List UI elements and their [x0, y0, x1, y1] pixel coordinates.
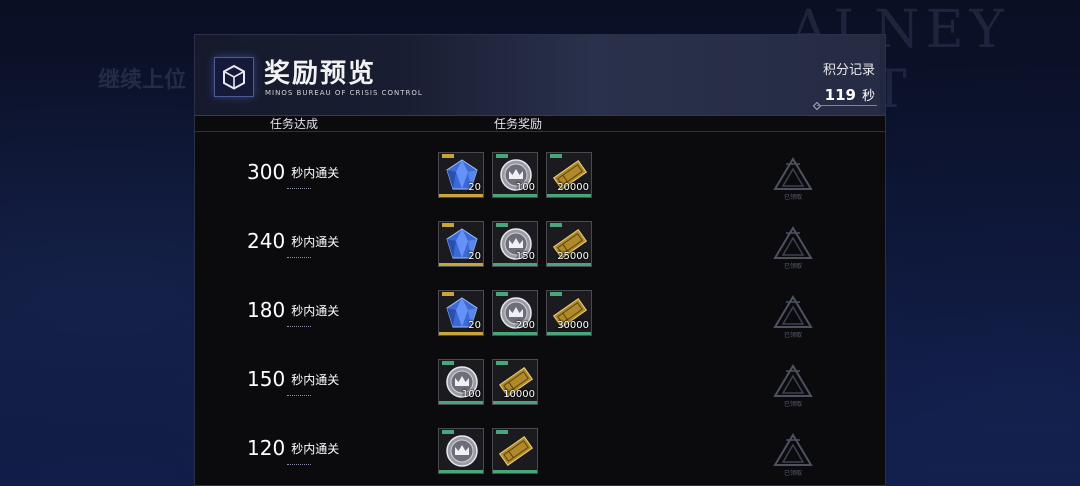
- reward-preview-panel: 奖励预览 MINOS BUREAU OF CRISIS CONTROL 积分记录…: [194, 34, 886, 486]
- dotted-underline: [287, 326, 311, 327]
- crystal-reward-item[interactable]: 20: [438, 290, 484, 336]
- column-header-reward: 任务奖励: [494, 117, 543, 131]
- claimed-status-text: 已领取: [783, 194, 802, 201]
- reward-row: 120 秒内通关已领取: [195, 428, 885, 485]
- ticket-reward-item[interactable]: 25000: [546, 221, 592, 267]
- reward-row: 240 秒内通关 20 150 25000 已领取: [195, 221, 885, 283]
- rarity-bar: [439, 263, 483, 266]
- clear-time-value: 120: [247, 436, 286, 460]
- clear-time-suffix: 秒内通关: [291, 166, 340, 180]
- rarity-bar: [493, 263, 537, 266]
- dotted-underline: [287, 257, 311, 258]
- rarity-bar: [547, 194, 591, 197]
- rarity-bar: [547, 332, 591, 335]
- ticket-reward-item[interactable]: 10000: [492, 359, 538, 405]
- reward-quantity: 25000: [557, 251, 589, 262]
- claimed-badge-icon: 已领取: [772, 225, 814, 270]
- rarity-bar: [439, 332, 483, 335]
- reward-row: 180 秒内通关 20 200 30000 已领取: [195, 290, 885, 352]
- claimed-status-text: 已领取: [783, 401, 802, 408]
- reward-quantity: 20: [468, 251, 481, 262]
- reward-row: 300 秒内通关 20 100 20000 已领取: [195, 152, 885, 214]
- reward-quantity: 30000: [557, 320, 589, 331]
- ticket-reward-item[interactable]: [492, 428, 538, 474]
- claimed-status-text: 已领取: [783, 470, 802, 477]
- rarity-bar: [493, 470, 537, 473]
- clear-time-value: 240: [247, 229, 286, 253]
- coin-reward-item[interactable]: 150: [492, 221, 538, 267]
- clear-time-suffix: 秒内通关: [291, 304, 340, 318]
- clear-time-suffix: 秒内通关: [291, 373, 340, 387]
- clear-time-value: 300: [247, 160, 286, 184]
- claimed-badge-icon: 已领取: [772, 363, 814, 408]
- score-record-label: 积分记录: [822, 63, 875, 78]
- reward-quantity: 20: [468, 320, 481, 331]
- dotted-underline: [287, 395, 311, 396]
- claimed-status-text: 已领取: [783, 332, 802, 339]
- reward-quantity: 20000: [557, 182, 589, 193]
- panel-header: 奖励预览 MINOS BUREAU OF CRISIS CONTROL 积分记录…: [195, 35, 885, 115]
- header-decoration: [400, 35, 880, 115]
- ticket-icon: [498, 434, 534, 468]
- column-divider: [195, 131, 885, 132]
- coin-reward-item[interactable]: 100: [438, 359, 484, 405]
- panel-subtitle: MINOS BUREAU OF CRISIS CONTROL: [265, 89, 423, 97]
- clear-time-suffix: 秒内通关: [291, 235, 340, 249]
- reward-quantity: 100: [461, 389, 481, 400]
- panel-title: 奖励预览: [264, 59, 377, 89]
- clear-time-value: 180: [247, 298, 286, 322]
- reward-quantity: 150: [515, 251, 535, 262]
- column-header-condition: 任务达成: [270, 117, 319, 131]
- background-text: 继续上位: [98, 68, 187, 93]
- rarity-bar: [493, 332, 537, 335]
- clear-time-condition: 300 秒内通关: [247, 160, 339, 184]
- dotted-underline: [287, 188, 311, 189]
- clear-time-condition: 180 秒内通关: [247, 298, 339, 322]
- ticket-reward-item[interactable]: 30000: [546, 290, 592, 336]
- dotted-underline: [287, 464, 311, 465]
- clear-time-suffix: 秒内通关: [291, 442, 340, 456]
- rarity-bar: [493, 401, 537, 404]
- reward-quantity: 200: [515, 320, 535, 331]
- rarity-bar: [547, 263, 591, 266]
- rarity-bar: [439, 194, 483, 197]
- reward-row: 150 秒内通关 100 10000 已领取: [195, 359, 885, 421]
- clear-time-value: 150: [247, 367, 286, 391]
- coin-reward-item[interactable]: 200: [492, 290, 538, 336]
- score-record-value: 119 秒: [824, 86, 875, 104]
- coin-reward-item[interactable]: [438, 428, 484, 474]
- claimed-badge-icon: 已领取: [772, 294, 814, 339]
- clear-time-condition: 150 秒内通关: [247, 367, 339, 391]
- claimed-status-text: 已领取: [783, 263, 802, 270]
- ticket-reward-item[interactable]: 20000: [546, 152, 592, 198]
- rarity-bar: [439, 401, 483, 404]
- coin-icon: [444, 434, 480, 468]
- claimed-badge-icon: 已领取: [772, 432, 814, 477]
- clear-time-condition: 120 秒内通关: [247, 436, 339, 460]
- rarity-bar: [493, 194, 537, 197]
- clear-time-condition: 240 秒内通关: [247, 229, 339, 253]
- crystal-reward-item[interactable]: 20: [438, 152, 484, 198]
- reward-quantity: 10000: [503, 389, 535, 400]
- crystal-reward-item[interactable]: 20: [438, 221, 484, 267]
- score-underline: [817, 105, 877, 106]
- cube-icon: [214, 57, 254, 97]
- rarity-bar: [439, 470, 483, 473]
- coin-reward-item[interactable]: 100: [492, 152, 538, 198]
- reward-quantity: 20: [468, 182, 481, 193]
- reward-quantity: 100: [515, 182, 535, 193]
- claimed-badge-icon: 已领取: [772, 156, 814, 201]
